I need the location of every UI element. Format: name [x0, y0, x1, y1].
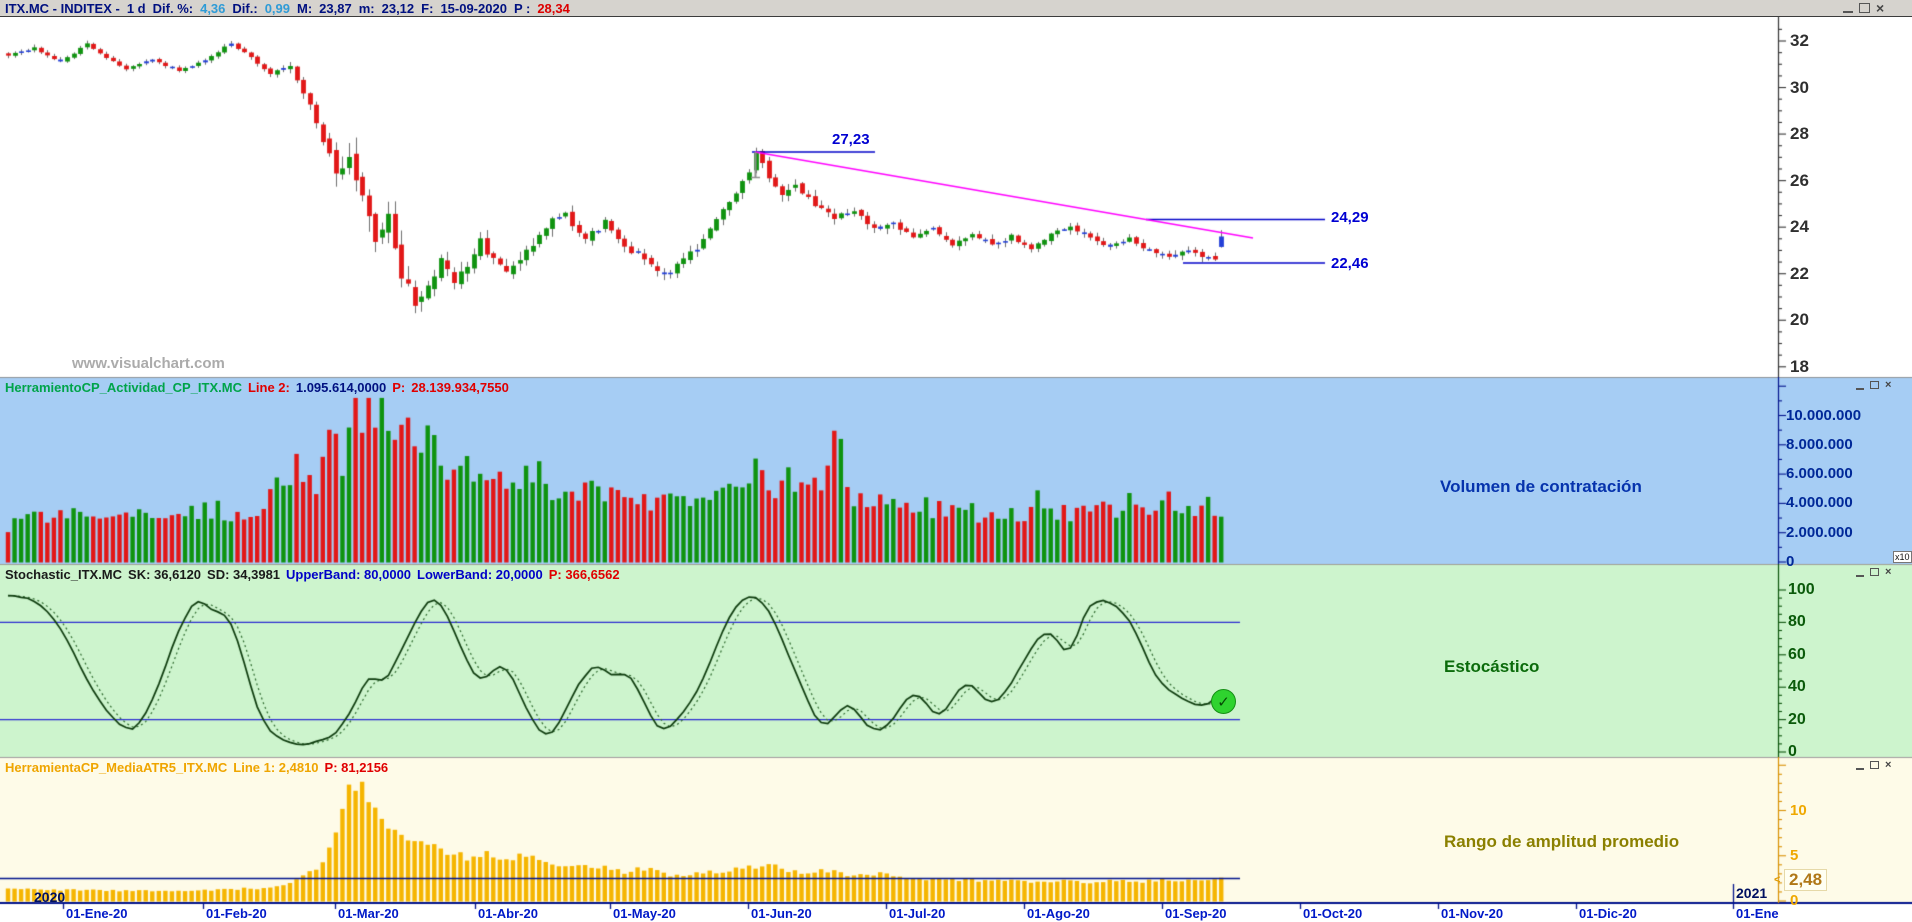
volume-axis-label: 10.000.000	[1786, 406, 1862, 424]
x-axis-date-label: 01-May-20	[613, 906, 676, 921]
maximize-icon[interactable]	[1870, 761, 1879, 769]
atr-value-arrow-icon: <	[1774, 874, 1781, 886]
maximize-icon[interactable]	[1870, 381, 1879, 389]
stochastic-axis-label: 60	[1788, 645, 1806, 663]
atr-header-field: HerramientaCP_MediaATR5_ITX.MC	[5, 760, 228, 775]
year-label-2020: 2020	[34, 889, 66, 905]
close-icon[interactable]: ×	[1885, 380, 1891, 391]
minimize-icon[interactable]	[1856, 568, 1864, 577]
price-axis-label: 20	[1790, 310, 1809, 330]
stochastic-axis-label: 20	[1788, 710, 1806, 728]
stochastic-header-field: LowerBand: 20,0000	[417, 567, 543, 582]
volume-indicator-header: HerramientoCP_Actividad_CP_ITX.MC Line 2:…	[5, 380, 515, 395]
volume-header-field: HerramientoCP_Actividad_CP_ITX.MC	[5, 380, 242, 395]
atr-axis-label: 0	[1790, 892, 1799, 909]
maximize-icon[interactable]	[1870, 568, 1879, 576]
quote-header-bar: ITX.MC - INDITEX - 1 d Dif. %: 4,36 Dif.: 0,9…	[0, 0, 1912, 17]
atr-header-field: Line 1: 2,4810	[233, 760, 319, 775]
atr-header-field: P: 81,2156	[324, 760, 389, 775]
quote-field: 15-09-2020	[440, 0, 507, 16]
panel-window-controls: ×	[1856, 567, 1891, 578]
atr-indicator-header: HerramientaCP_MediaATR5_ITX.MC Line 1: 2,…	[5, 760, 394, 775]
panel-window-controls: ×	[1843, 1, 1884, 15]
x-axis-date-label: 01-Ene	[1736, 906, 1779, 921]
stochastic-axis-label: 100	[1788, 581, 1815, 598]
atr-axis-label: 5	[1790, 846, 1799, 864]
year-label-2021: 2021	[1736, 885, 1768, 901]
x-axis-date-label: 01-Ago-20	[1027, 906, 1090, 921]
volume-header-field: 28.139.934,7550	[411, 380, 509, 395]
volume-axis-label: 8.000.000	[1786, 435, 1853, 453]
chart-canvas[interactable]	[0, 0, 1912, 922]
maximize-icon[interactable]	[1859, 2, 1870, 13]
atr-current-value-badge: 2,48	[1784, 869, 1828, 891]
stochastic-header-field: SK: 36,6120	[128, 567, 202, 582]
volume-side-label: Volumen de contratación	[1440, 477, 1642, 496]
price-axis-label: 22	[1790, 263, 1809, 283]
stochastic-header-field: Stochastic_ITX.MC	[5, 567, 123, 582]
x-axis-date-label: 01-Ene-20	[66, 906, 128, 921]
atr-axis-label: 10	[1790, 801, 1807, 819]
volume-axis-label: 0	[1786, 553, 1795, 570]
visual-chart-window: ITX.MC - INDITEX - 1 d Dif. %: 4,36 Dif.: 0,9…	[0, 0, 1912, 922]
quote-field: Dif. %:	[152, 0, 194, 16]
stochastic-axis-label: 40	[1788, 678, 1806, 696]
minimize-icon[interactable]	[1856, 761, 1864, 770]
x-axis-date-label: 01-Mar-20	[338, 906, 399, 921]
quote-field: 23,12	[381, 0, 415, 16]
x-axis-date-label: 01-Oct-20	[1303, 906, 1363, 921]
stochastic-side-label: Estocástico	[1444, 657, 1540, 676]
close-icon[interactable]: ×	[1876, 1, 1884, 15]
x-axis-date-label: 01-Dic-20	[1579, 906, 1637, 921]
volume-axis-label: 4.000.000	[1786, 494, 1853, 512]
price-axis-label: 32	[1790, 31, 1809, 50]
x-axis-date-label: 01-Feb-20	[206, 906, 267, 921]
minimize-icon[interactable]	[1843, 2, 1853, 13]
quote-field: 4,36	[200, 0, 226, 16]
quote-field: Dif.:	[232, 0, 258, 16]
volume-multiplier-badge: x10	[1893, 551, 1912, 563]
stochastic-header-field: SD: 34,3981	[207, 567, 281, 582]
quote-field: 23,87	[319, 0, 352, 16]
x-axis-date-label: 01-Jun-20	[751, 906, 812, 921]
panel-window-controls: ×	[1856, 380, 1891, 391]
resistance-price-annotation[interactable]: 27,23	[832, 131, 870, 148]
volume-header-field: 1.095.614,0000	[295, 380, 387, 395]
volume-axis-label: 6.000.000	[1786, 465, 1853, 483]
stochastic-axis-label: 0	[1788, 743, 1797, 760]
quote-field: ITX.MC - INDITEX -	[5, 0, 120, 16]
quote-field: P :	[513, 0, 531, 16]
price-axis-label: 26	[1790, 170, 1809, 190]
price-axis-label: 28	[1790, 124, 1809, 144]
quote-field: M:	[297, 0, 313, 16]
x-axis-date-label: 01-Nov-20	[1441, 906, 1504, 921]
volume-header-field: P:	[392, 380, 406, 395]
stochastic-axis-label: 80	[1788, 613, 1806, 631]
quote-field: 1 d	[126, 0, 146, 16]
minimize-icon[interactable]	[1856, 381, 1864, 390]
stochastic-indicator-header: Stochastic_ITX.MC SK: 36,6120 SD: 34,3981 U…	[5, 567, 626, 582]
x-axis-date-label: 01-Abr-20	[478, 906, 538, 921]
quote-field: m:	[358, 0, 375, 16]
close-icon[interactable]: ×	[1885, 760, 1891, 771]
stochastic-header-field: P: 366,6562	[548, 567, 620, 582]
quote-field: 28,34	[537, 0, 570, 16]
x-axis-date-label: 01-Jul-20	[889, 906, 946, 921]
quote-field: F:	[421, 0, 434, 16]
stochastic-header-field: UpperBand: 80,0000	[286, 567, 412, 582]
x-axis-date-label: 01-Sep-20	[1165, 906, 1227, 921]
mid-support-price-annotation[interactable]: 24,29	[1331, 209, 1369, 226]
panel-window-controls: ×	[1856, 760, 1891, 771]
volume-header-field: Line 2:	[247, 380, 290, 395]
low-support-price-annotation[interactable]: 22,46	[1331, 255, 1369, 272]
visualchart-watermark: www.visualchart.com	[72, 355, 225, 372]
price-axis-label: 18	[1790, 356, 1809, 376]
quote-field: 0,99	[264, 0, 290, 16]
volume-axis-label: 2.000.000	[1786, 523, 1853, 541]
atr-side-label: Rango de amplitud promedio	[1444, 832, 1680, 851]
stochastic-signal-check-icon[interactable]: ✓	[1211, 689, 1236, 714]
price-axis-label: 24	[1790, 217, 1809, 237]
price-axis-label: 30	[1790, 77, 1809, 97]
close-icon[interactable]: ×	[1885, 567, 1891, 578]
